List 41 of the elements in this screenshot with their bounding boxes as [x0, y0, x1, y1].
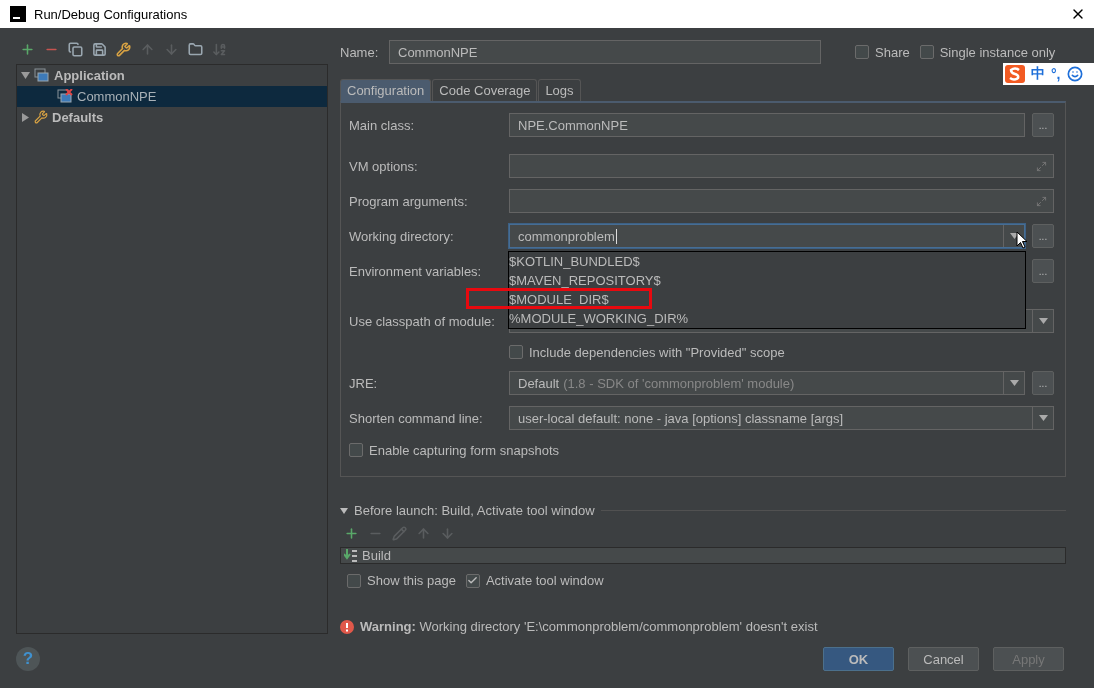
tree-item[interactable]: Defaults	[17, 106, 327, 128]
checkbox-label: Single instance only	[939, 44, 1056, 60]
suggestion-item[interactable]: $MODULE_DIR$	[509, 290, 1025, 309]
field-label: Environment variables:	[349, 263, 483, 279]
combo-box[interactable]: Default (1.8 - SDK of 'commonproblem' module)	[509, 371, 1025, 395]
browse-button[interactable]: ...	[1032, 224, 1054, 248]
ok-button[interactable]: OK	[823, 647, 894, 671]
browse-button[interactable]: ...	[1032, 259, 1054, 283]
window-title: Run/Debug Configurations	[34, 6, 189, 22]
browse-button[interactable]: ...	[1032, 371, 1054, 395]
name-label: Name:	[340, 44, 380, 60]
name-field[interactable]: CommonNPE	[389, 40, 821, 64]
checkbox-label: Share	[875, 44, 910, 60]
checkbox-label: Enable capturing form snapshots	[369, 442, 560, 458]
field-label: Working directory:	[349, 228, 455, 244]
tab[interactable]: Logs	[538, 79, 581, 101]
text-field[interactable]: NPE.CommonNPE	[509, 113, 1025, 137]
suggestion-item[interactable]: $MAVEN_REPOSITORY$	[509, 271, 1025, 290]
tab[interactable]: Configuration	[340, 79, 432, 101]
tree-item[interactable]: CommonNPE	[17, 85, 327, 107]
field-label: VM options:	[349, 158, 419, 174]
tab[interactable]: Code Coverage	[432, 79, 538, 101]
combo-box[interactable]: user-local default: none - java [options] classname [args]	[509, 406, 1054, 430]
ime-indicator[interactable]: 中	[1031, 65, 1045, 83]
field-label: Use classpath of module:	[349, 313, 496, 329]
dialog-button[interactable]: Cancel	[908, 647, 979, 671]
section-title[interactable]: Before launch: Build, Activate tool window	[354, 503, 595, 518]
checkbox-label: Include dependencies with "Provided" scope	[529, 344, 785, 360]
suggestion-item[interactable]: %MODULE_WORKING_DIR%	[509, 309, 1025, 328]
suggestion-item[interactable]: $KOTLIN_BUNDLED$	[509, 252, 1025, 271]
field-label: Program arguments:	[349, 193, 469, 209]
checkbox-label: Activate tool window	[485, 573, 604, 588]
field-label: Main class:	[349, 117, 416, 133]
checkbox-label: Show this page	[367, 573, 456, 588]
task-item[interactable]: Build	[362, 548, 391, 563]
field-label: JRE:	[349, 375, 379, 391]
warning-message: Warning: Working directory 'E:\commonproblem/commonproblem' doesn't exist	[360, 619, 818, 634]
field-label: Shorten command line:	[349, 410, 484, 426]
ime-indicator[interactable]: °,	[1051, 66, 1061, 82]
tree-item[interactable]: Application	[17, 64, 327, 86]
browse-button[interactable]: ...	[1032, 113, 1054, 137]
